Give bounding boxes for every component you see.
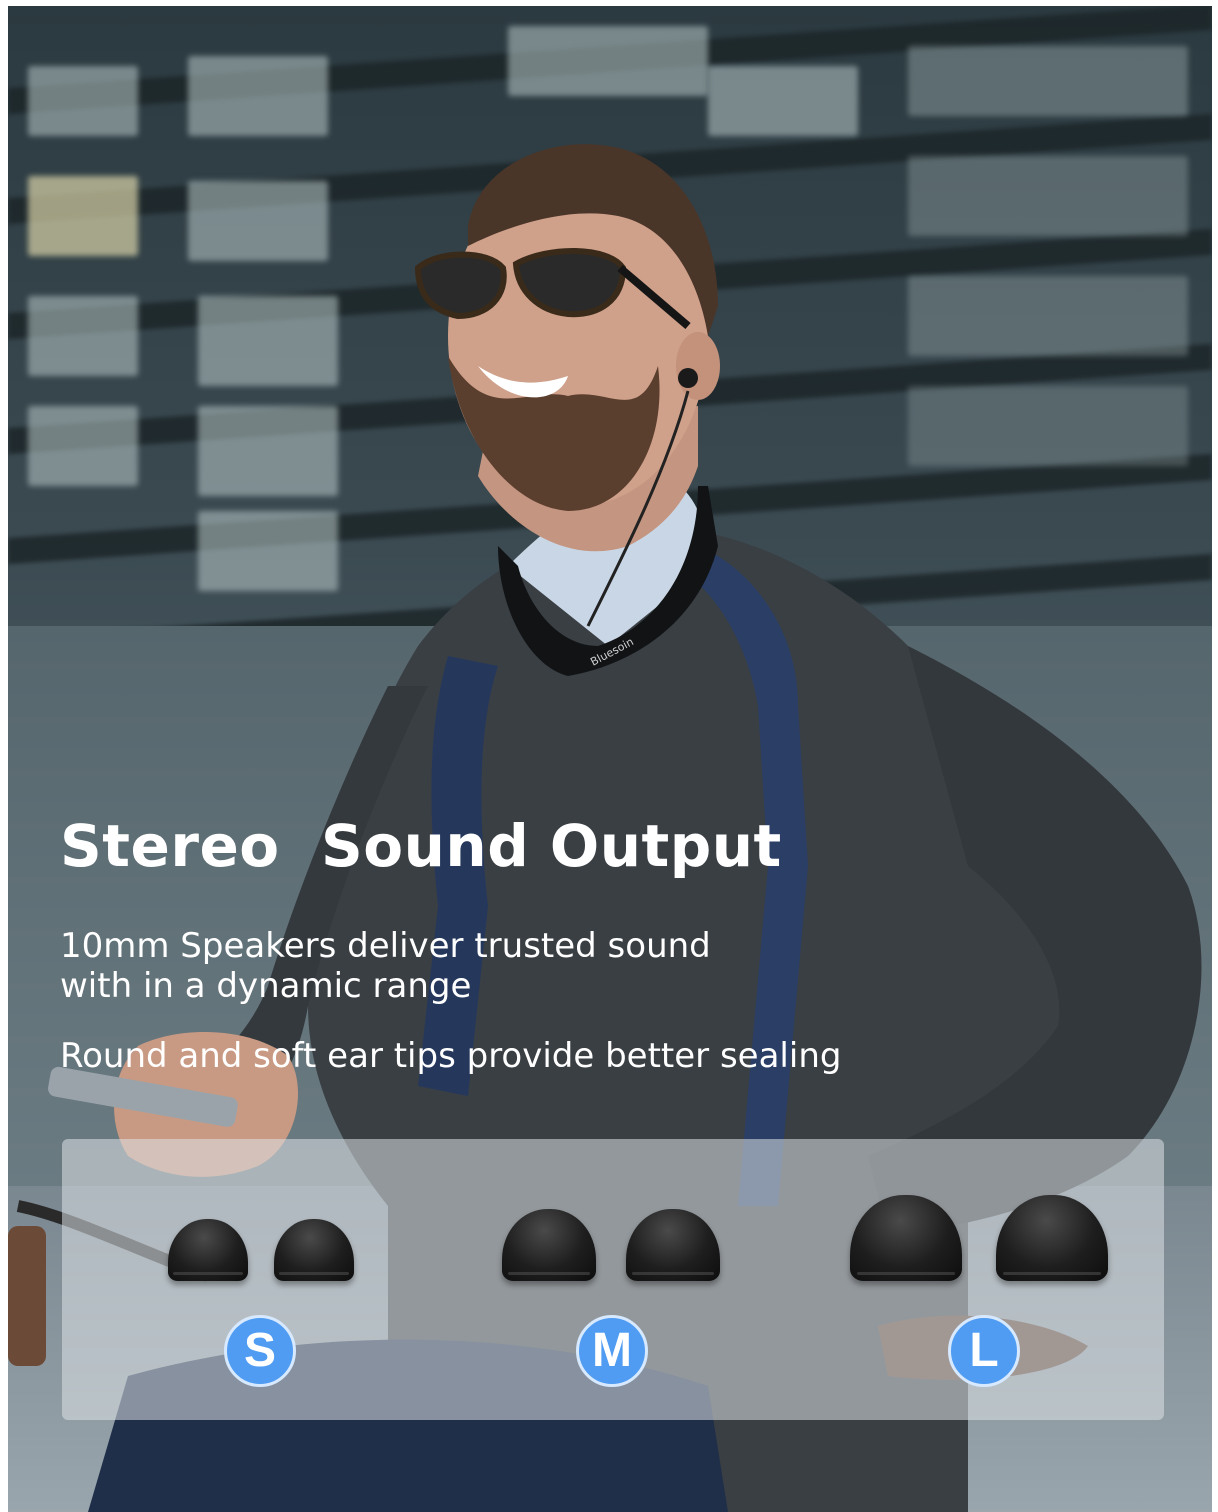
ear-tip-large-1 [850,1195,962,1281]
headline: Stereo Sound Output [60,812,782,880]
ear-tip-small-1 [168,1219,248,1281]
ear-tip-medium-2 [626,1209,720,1281]
description-line-1: 10mm Speakers deliver trusted sound [60,926,711,966]
size-badge-large: L [948,1315,1020,1387]
ear-tip-size-panel: S M L [62,1139,1164,1420]
description-line-2: with in a dynamic range [60,966,472,1006]
ear-tip-medium-1 [502,1209,596,1281]
size-badge-medium: M [576,1315,648,1387]
ear-tip-small-2 [274,1219,354,1281]
size-badge-small: S [224,1315,296,1387]
description-line-3: Round and soft ear tips provide better s… [60,1036,842,1076]
product-photo: Bluesoin Stereo Sound Output 10mm Speake… [8,6,1212,1512]
ear-tip-large-2 [996,1195,1108,1281]
